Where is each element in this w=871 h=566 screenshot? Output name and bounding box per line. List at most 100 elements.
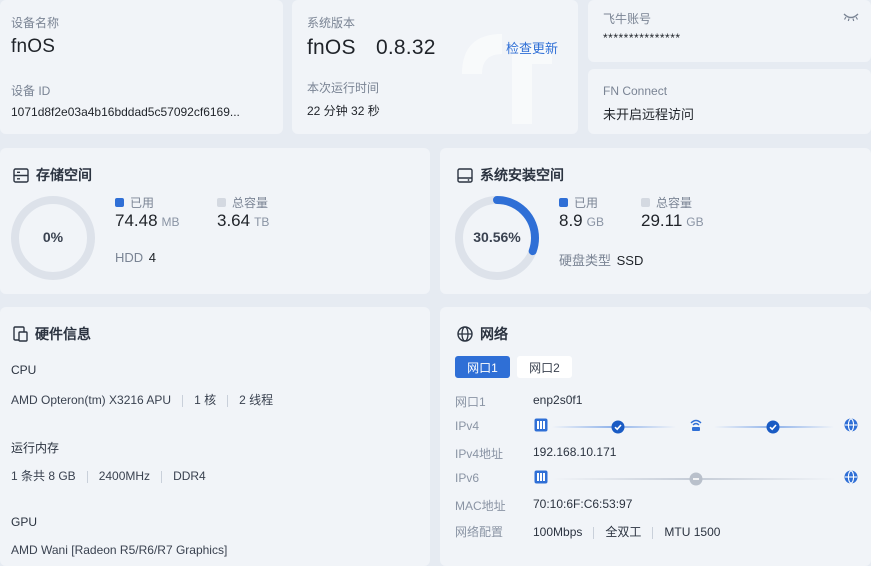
divider <box>86 470 88 483</box>
system-space-disk-type-value: SSD <box>616 253 644 268</box>
drive-icon <box>457 167 473 183</box>
memory-type: DDR4 <box>173 469 206 483</box>
system-space-disk-info: 硬盘类型 SSD <box>559 250 643 269</box>
memory-frequency: 2400MHz <box>98 469 151 483</box>
hardware-icon <box>13 326 28 342</box>
internet-globe-icon <box>844 418 858 432</box>
mac-value: 70:10:6F:C6:53:97 <box>533 497 633 511</box>
system-space-title: 系统安装空间 <box>457 165 564 185</box>
cpu-label: CPU <box>11 363 37 377</box>
config-mtu: MTU 1500 <box>664 525 721 539</box>
divider <box>182 394 184 407</box>
fn-connect-card[interactable]: FN Connect 未开启远程访问 <box>588 69 871 134</box>
account-label: 飞牛账号 <box>603 12 652 26</box>
gpu-info-row: AMD Wani [Radeon R5/R6/R7 Graphics] <box>11 543 227 557</box>
fn-connect-value: 未开启远程访问 <box>603 107 695 122</box>
system-space-total-value: 29.11 <box>641 211 683 230</box>
storage-used-amount: 74.48 MB <box>115 211 180 231</box>
network-title: 网络 <box>457 324 508 344</box>
system-space-total-unit: GB <box>686 215 704 229</box>
storage-disk-info: HDD 4 <box>115 250 156 265</box>
storage-total-unit: TB <box>254 215 270 229</box>
device-name-label: 设备名称 <box>11 16 60 30</box>
system-space-title-text: 系统安装空间 <box>480 167 564 183</box>
gpu-model: AMD Wani [Radeon R5/R6/R7 Graphics] <box>11 543 228 557</box>
check-circle-icon <box>766 420 780 434</box>
hardware-card: 硬件信息 CPU AMD Opteron(tm) X3216 APU 1 核 2 线… <box>0 307 430 566</box>
check-update-link[interactable]: 检查更新 <box>506 38 558 57</box>
ipv6-label: IPv6 <box>455 471 480 485</box>
storage-card[interactable]: 存储空间 0% 已用 总容量 74.48 MB 3.64 TB HDD 4 <box>0 148 430 294</box>
server-icon <box>13 167 29 183</box>
fnos-watermark-icon <box>462 34 552 124</box>
system-space-used-value: 8.9 <box>559 211 583 230</box>
storage-disk-type: HDD <box>115 250 144 265</box>
hardware-title-text: 硬件信息 <box>35 326 91 342</box>
system-space-card[interactable]: 系统安装空间 30.56% 已用 总容量 8.9 GB 29.11 GB 硬盘类型 … <box>440 148 871 294</box>
system-version-card: 系统版本 fnOS 0.8.32 检查更新 本次运行时间 22 分钟 32 秒 <box>292 0 578 134</box>
cpu-model: AMD Opteron(tm) X3216 APU <box>11 393 172 407</box>
gpu-label: GPU <box>11 515 38 529</box>
total-swatch <box>641 198 650 207</box>
storage-title-text: 存储空间 <box>36 167 92 183</box>
fn-connect-label: FN Connect <box>603 84 668 98</box>
device-name-value: fnOS <box>11 36 56 57</box>
check-circle-icon <box>611 420 625 434</box>
port-label: 网口1 <box>455 395 486 409</box>
network-config-row: 100Mbps 全双工 MTU 1500 <box>533 523 720 540</box>
network-config-label: 网络配置 <box>455 525 504 539</box>
minus-circle-icon <box>689 472 703 486</box>
divider <box>652 526 654 539</box>
storage-disk-count: 4 <box>148 250 157 265</box>
uptime-value: 22 分钟 32 秒 <box>307 104 380 118</box>
mac-label: MAC地址 <box>455 499 506 513</box>
device-id-label: 设备 ID <box>11 84 51 98</box>
account-card: 飞牛账号 *************** <box>588 0 871 62</box>
memory-info-row: 1 条共 8 GB 2400MHz DDR4 <box>11 467 206 484</box>
version-number: 0.8.32 <box>376 36 436 59</box>
ethernet-port-icon <box>534 418 548 432</box>
system-space-disk-type-label: 硬盘类型 <box>559 253 612 268</box>
uptime-label: 本次运行时间 <box>307 81 380 95</box>
tab-port-2[interactable]: 网口2 <box>517 356 572 378</box>
used-swatch <box>559 198 568 207</box>
cpu-cores: 1 核 <box>194 393 217 407</box>
network-card: 网络 网口1 网口2 网口1 enp2s0f1 IPv4 IPv4地址 192.… <box>440 307 871 566</box>
system-space-total-label: 总容量 <box>656 196 693 210</box>
storage-title: 存储空间 <box>13 165 92 185</box>
version-label: 系统版本 <box>307 16 356 30</box>
divider <box>161 470 163 483</box>
storage-total-label: 总容量 <box>232 196 269 210</box>
storage-used-legend: 已用 <box>115 194 154 211</box>
config-speed: 100Mbps <box>533 525 583 539</box>
config-duplex: 全双工 <box>605 525 642 539</box>
device-card: 设备名称 fnOS 设备 ID 1071d8f2e03a4b16bddad5c5… <box>0 0 283 134</box>
system-space-used-amount: 8.9 GB <box>559 211 604 231</box>
system-space-total-amount: 29.11 GB <box>641 211 704 231</box>
storage-used-unit: MB <box>161 215 180 229</box>
system-space-used-unit: GB <box>586 215 604 229</box>
storage-total-legend: 总容量 <box>217 194 268 211</box>
ethernet-port-icon <box>534 470 548 484</box>
device-id-value: 1071d8f2e03a4b16bddad5c57092cf6169... <box>11 105 240 119</box>
used-swatch <box>115 198 124 207</box>
memory-count: 1 条共 8 GB <box>11 469 76 483</box>
storage-total-value: 3.64 <box>217 211 251 230</box>
cpu-info-row: AMD Opteron(tm) X3216 APU 1 核 2 线程 <box>11 391 273 408</box>
eye-closed-icon[interactable] <box>843 11 859 23</box>
hardware-title: 硬件信息 <box>13 324 91 344</box>
total-swatch <box>217 198 226 207</box>
divider <box>227 394 229 407</box>
ipv4-label: IPv4 <box>455 419 480 433</box>
system-space-used-legend: 已用 <box>559 194 598 211</box>
storage-used-label: 已用 <box>130 196 155 210</box>
system-space-percent: 30.56% <box>473 229 521 245</box>
account-value: *************** <box>603 31 681 45</box>
ipv4-address-label: IPv4地址 <box>455 447 504 461</box>
cpu-threads: 2 线程 <box>239 393 274 407</box>
storage-used-value: 74.48 <box>115 211 158 230</box>
ipv4-address-value: 192.168.10.171 <box>533 445 617 459</box>
tab-port-1[interactable]: 网口1 <box>455 356 510 378</box>
port-value: enp2s0f1 <box>533 393 583 407</box>
memory-label: 运行内存 <box>11 441 60 455</box>
